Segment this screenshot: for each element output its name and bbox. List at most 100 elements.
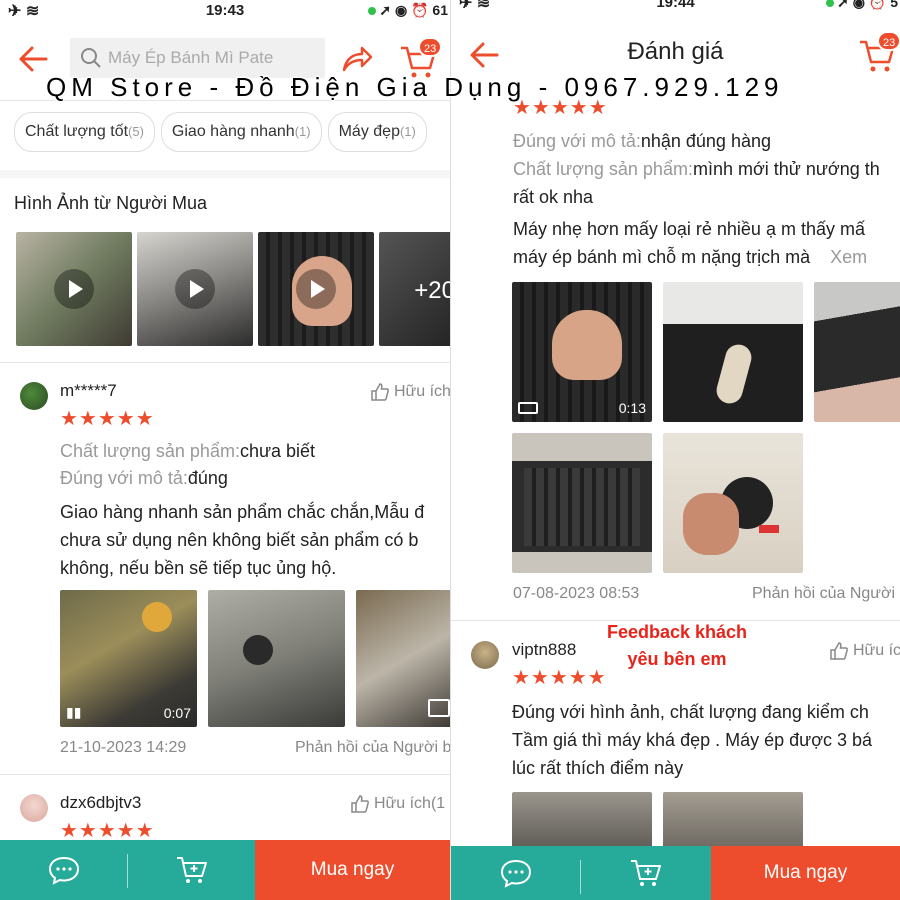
seller-reply-link[interactable]: Phản hồi của Người [752,585,895,603]
grill-plate-image [524,468,640,546]
status-bar: ✈ ︎≋ 19:43 ➚ ◉ ⏰ 61 [0,0,450,22]
review-text-line: lúc rất thích điểm này [512,758,684,778]
review-video-thumb[interactable]: ▮▮ 0:07 [60,590,197,727]
helpful-button[interactable]: Hữu ích [370,382,450,402]
avatar [20,382,48,410]
chat-button[interactable] [0,840,128,900]
review-image-thumb[interactable] [663,792,803,852]
review-username: m*****7 [60,381,117,400]
review-video-thumb[interactable]: 0:13 [512,282,652,422]
buyer-images-title: Hình Ảnh từ Người Mua [14,193,207,213]
chip-label: Máy đẹp [338,123,400,140]
knob-image [243,635,273,665]
review-text-line: Tầm giá thì máy khá đẹp . Máy ép được 3 … [512,730,873,750]
review-text: rất ok nha Máy nhẹ hơn mấy loại rẻ nhiều… [513,183,867,271]
video-icon [518,402,538,414]
review-text-line: chưa sử dụng nên không biết sản phẩm có … [60,530,419,550]
match-value: đúng [187,468,228,488]
chip-count: (1) [399,124,416,139]
divider [0,362,450,363]
hand-image [683,493,739,555]
helpful-label: Hữu ích [394,383,450,400]
match-label: Đúng với mô tả: [60,468,188,488]
rating-stars: ★★★★★ [60,408,155,430]
sausage-image [713,341,755,407]
right-screen: ✈ ︎≋ 19:44 ➚ ◉ ⏰ 5 Đánh giá 23 ★★★★★ Đún… [450,0,900,900]
seller-reply-link[interactable]: Phản hồi của Người b [295,739,450,757]
quality-value: mình mới thử nướng th [692,159,880,179]
chip-count: (1) [294,124,311,139]
review-image-thumb[interactable] [512,433,652,573]
share-icon[interactable] [340,44,374,74]
review-username: dzx6dbjtv3 [60,793,142,812]
hand-image [552,310,622,380]
review-text-line: rất ok nha [513,187,594,207]
review-text-line: Giao hàng nhanh sản phẩm chắc chắn,Mẫu đ [60,502,425,522]
buyer-video-thumb[interactable] [258,232,374,346]
status-right-icons: ➚ ◉ ⏰ 61 [368,2,448,19]
thumbs-up-icon [371,383,389,401]
video-duration: 0:13 [618,400,646,416]
quality-value: chưa biết [239,441,316,461]
review-username: viptn888 [512,640,577,659]
chip-label: Giao hàng nhanh [171,123,295,140]
review-text: Giao hàng nhanh sản phẩm chắc chắn,Mẫu đ… [60,498,424,582]
review-image-thumb[interactable] [663,433,803,573]
chat-icon [48,856,80,885]
match-line: Đúng với mô tả:nhận đúng hàng [513,131,771,152]
quality-label: Chất lượng sản phẩm: [513,159,693,179]
add-to-cart-button[interactable] [581,846,711,900]
review-image-thumb[interactable] [663,282,803,422]
rating-stars: ★★★★★ [512,667,607,689]
search-icon [81,48,101,68]
buy-now-button[interactable]: Mua ngay [711,846,900,900]
review-text-line-last: máy ép bánh mì chỗ m nặng trịch mà Xem [513,243,867,271]
chip-count: (5) [128,124,144,139]
chip-fast-delivery[interactable]: Giao hàng nhanh(1) [160,112,322,152]
review-date: 21-10-2023 14:29 [60,739,187,756]
quality-label: Chất lượng sản phẩm: [60,441,240,461]
search-placeholder: Máy Ép Bánh Mì Pate [108,48,274,67]
chip-nice-machine[interactable]: Máy đẹp(1) [327,112,427,152]
buyer-video-thumb[interactable] [16,232,132,346]
review-text-line: Máy nhẹ hơn mấy loại rẻ nhiều ạ m thấy m… [513,219,865,239]
review-image-thumb[interactable] [356,590,450,727]
see-more-link[interactable]: Xem [830,247,867,267]
divider [0,774,450,775]
back-arrow-icon[interactable] [16,42,50,76]
chip-quality-good[interactable]: Chất lượng tốt(5) [14,112,155,152]
chat-button[interactable] [451,846,581,900]
bottom-bar: Mua ngay [0,840,450,900]
battery-level: 5 [890,0,898,10]
cart-badge: 23 [418,37,443,57]
review-image-thumb[interactable] [512,792,652,852]
review-image-thumb[interactable] [814,282,900,422]
page-title: Đánh giá [627,38,724,65]
helpful-label: Hữu ích(1 [374,795,446,812]
cart-badge: 23 [877,31,900,51]
play-icon [296,269,336,309]
add-to-cart-button[interactable] [128,840,255,900]
more-count: +20 [414,277,450,304]
review-text-line: Đúng với hình ảnh, chất lượng đang kiểm … [512,702,869,722]
image-icon [428,699,450,717]
battery-level: 61 [432,2,448,18]
chat-icon [500,859,532,888]
review-text-line: không, nếu bền sẽ tiếp tục ủng hộ. [60,558,337,578]
stats-icon: ▮▮ [66,704,82,720]
buyer-image-more[interactable]: +20 [379,232,450,346]
match-value: nhận đúng hàng [640,131,771,151]
video-duration: 0:07 [163,705,191,721]
buyer-video-thumb[interactable] [137,232,253,346]
section-gap [0,170,450,178]
buy-now-button[interactable]: Mua ngay [255,840,450,900]
helpful-label: Hữu íc [853,642,900,659]
avatar [20,794,48,822]
helpful-button[interactable]: Hữu ích(1 [350,794,445,814]
thumbs-up-icon [830,642,848,660]
status-bar: ✈ ︎≋ 19:44 ➚ ◉ ⏰ 5 [451,0,900,14]
review-image-thumb[interactable] [208,590,345,727]
status-right-icons: ➚ ◉ ⏰ 5 [826,0,898,11]
add-to-cart-icon [176,857,207,883]
helpful-button[interactable]: Hữu íc [829,641,900,661]
